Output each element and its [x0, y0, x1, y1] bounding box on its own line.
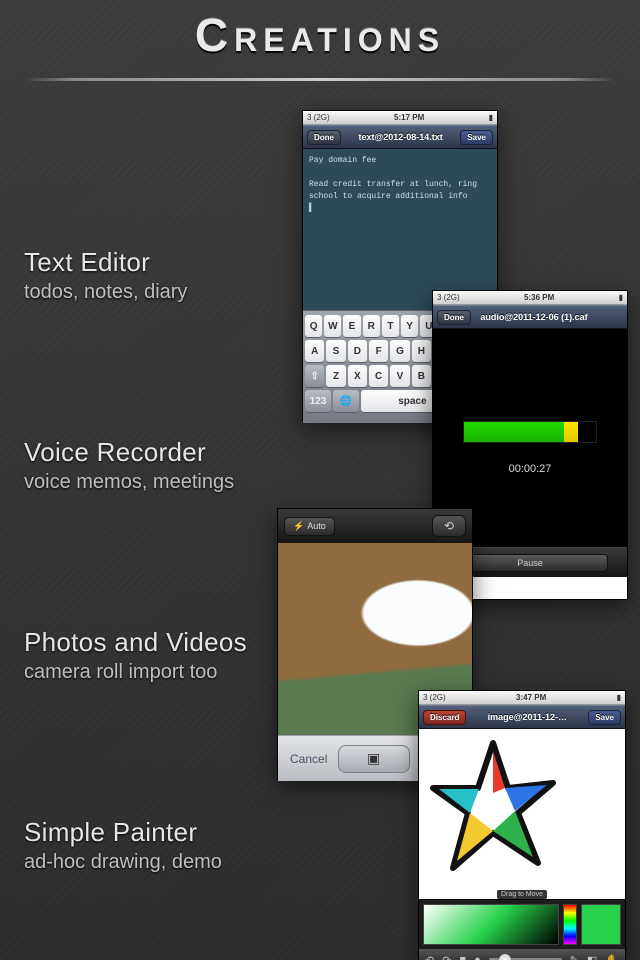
screenshot-painter: 3 (2G) 3:47 PM ▮ Discard image@2011-12-…… — [418, 690, 626, 960]
key-e[interactable]: E — [343, 315, 360, 337]
hand-icon[interactable]: ✋ — [605, 954, 619, 960]
text-area[interactable]: Pay domain fee Read credit transfer at l… — [303, 149, 497, 310]
hue-picker[interactable] — [563, 904, 577, 945]
carrier: 3 (2G) — [423, 693, 446, 702]
key-g[interactable]: G — [390, 340, 409, 362]
shutter-button[interactable]: ▣ — [338, 745, 410, 773]
key-q[interactable]: Q — [305, 315, 322, 337]
eraser-icon[interactable]: ◧ — [587, 954, 597, 960]
current-color — [581, 904, 621, 945]
key-c[interactable]: C — [369, 365, 388, 387]
redo-icon[interactable]: ↷ — [442, 954, 451, 960]
carrier: 3 (2G) — [307, 113, 330, 122]
status-bar: 3 (2G) 5:36 PM ▮ — [433, 291, 627, 305]
discard-button[interactable]: Discard — [423, 710, 466, 725]
clock: 5:36 PM — [460, 293, 619, 302]
feature-title: Photos and Videos — [24, 627, 247, 658]
clock: 3:47 PM — [446, 693, 617, 702]
feature-text-editor: Text Editor todos, notes, diary — [24, 247, 187, 304]
carrier: 3 (2G) — [437, 293, 460, 302]
camera-top-bar: ⚡ Auto ⟲ — [278, 509, 472, 543]
tool-strip: ↶ ↷ ■ ● ✎ ◧ ✋ — [419, 949, 625, 960]
swap-icon: ⟲ — [444, 519, 454, 533]
feature-photos-videos: Photos and Videos camera roll import too — [24, 627, 247, 684]
drag-hint: Drag to Move — [497, 890, 547, 899]
nav-bar: Done audio@2011-12-06 (1).caf — [433, 305, 627, 329]
key-t[interactable]: T — [382, 315, 399, 337]
camera-icon: ▣ — [367, 750, 380, 767]
feature-simple-painter: Simple Painter ad-hoc drawing, demo — [24, 817, 222, 874]
key-r[interactable]: R — [363, 315, 380, 337]
feature-subtitle: ad-hoc drawing, demo — [24, 851, 222, 874]
battery-icon: ▮ — [619, 293, 623, 302]
battery-icon: ▮ — [617, 693, 621, 702]
file-title: text@2012-08-14.txt — [358, 132, 442, 142]
status-bar: 3 (2G) 3:47 PM ▮ — [419, 691, 625, 705]
feature-voice-recorder: Voice Recorder voice memos, meetings — [24, 437, 234, 494]
key-s[interactable]: S — [326, 340, 345, 362]
key-a[interactable]: A — [305, 340, 324, 362]
cancel-button[interactable]: Cancel — [290, 752, 327, 766]
feature-title: Text Editor — [24, 247, 187, 278]
timecode: 00:00:27 — [433, 463, 627, 475]
done-button[interactable]: Done — [437, 310, 471, 325]
color-palette[interactable] — [419, 899, 625, 949]
sat-light-picker[interactable] — [423, 904, 559, 945]
square-icon[interactable]: ■ — [459, 954, 466, 960]
clock: 5:17 PM — [330, 113, 489, 122]
key-f[interactable]: F — [369, 340, 388, 362]
feature-title: Simple Painter — [24, 817, 222, 848]
circle-icon[interactable]: ● — [474, 954, 481, 960]
feature-subtitle: todos, notes, diary — [24, 281, 187, 304]
flash-button[interactable]: ⚡ Auto — [284, 517, 335, 536]
key-x[interactable]: X — [348, 365, 367, 387]
star-drawing — [423, 733, 573, 893]
key-w[interactable]: W — [324, 315, 341, 337]
bolt-icon: ⚡ — [293, 521, 304, 532]
paint-canvas[interactable]: Sketch — [419, 729, 625, 899]
file-title: image@2011-12-… — [488, 712, 567, 722]
feature-subtitle: voice memos, meetings — [24, 471, 234, 494]
done-button[interactable]: Done — [307, 130, 341, 145]
battery-icon: ▮ — [489, 113, 493, 122]
file-title: audio@2011-12-06 (1).caf — [480, 312, 587, 322]
swap-camera-button[interactable]: ⟲ — [432, 515, 466, 537]
headline: Creations — [0, 8, 640, 62]
key-⇧[interactable]: ⇧ — [305, 365, 324, 387]
key-v[interactable]: V — [390, 365, 409, 387]
key-123[interactable]: 123 — [305, 390, 331, 412]
feature-subtitle: camera roll import too — [24, 661, 247, 684]
key-z[interactable]: Z — [326, 365, 345, 387]
status-bar: 3 (2G) 5:17 PM ▮ — [303, 111, 497, 125]
nav-bar: Discard image@2011-12-… Save — [419, 705, 625, 729]
feature-title: Voice Recorder — [24, 437, 234, 468]
undo-icon[interactable]: ↶ — [425, 954, 434, 960]
nav-bar: Done text@2012-08-14.txt Save — [303, 125, 497, 149]
key-b[interactable]: B — [412, 365, 431, 387]
save-button[interactable]: Save — [588, 710, 621, 725]
save-button[interactable]: Save — [460, 130, 493, 145]
key-d[interactable]: D — [348, 340, 367, 362]
pause-button[interactable]: Pause — [452, 554, 607, 572]
key-y[interactable]: Y — [401, 315, 418, 337]
pen-icon[interactable]: ✎ — [570, 954, 579, 960]
key-h[interactable]: H — [412, 340, 431, 362]
key-🌐[interactable]: 🌐 — [333, 390, 359, 412]
divider — [25, 78, 615, 81]
level-meter — [463, 421, 597, 443]
